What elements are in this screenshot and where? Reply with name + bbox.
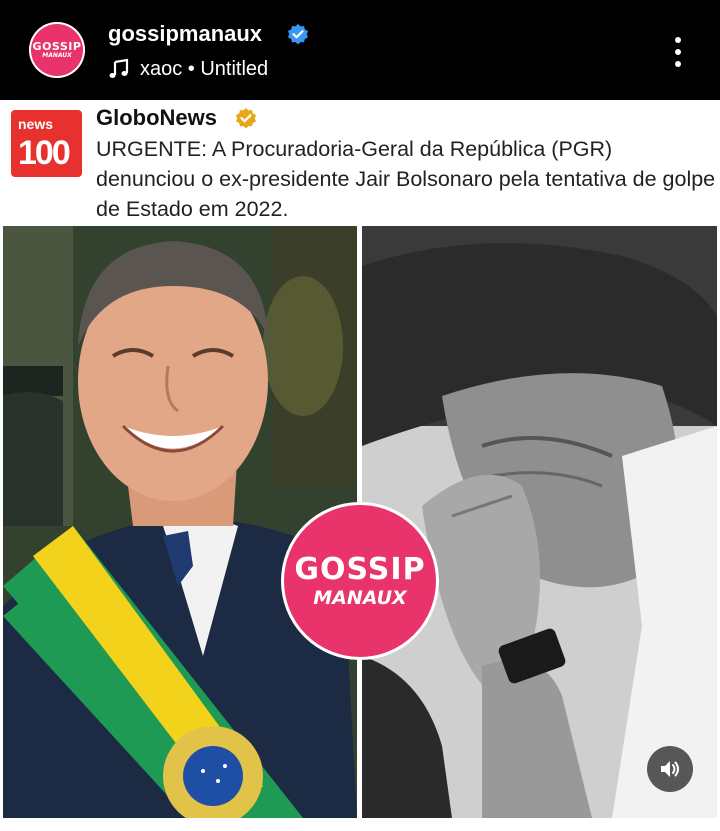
globonews-logo-number: 100 bbox=[18, 134, 71, 172]
smiling-man-illustration bbox=[3, 226, 357, 818]
grieving-man-illustration bbox=[362, 226, 717, 818]
post-image[interactable]: news 100 GloboNews URGENTE: A Procurador… bbox=[0, 100, 720, 831]
watermark-text-bottom: MANAUX bbox=[313, 587, 407, 609]
post-header: GOSSIP MANAUX gossipmanaux xaoc • Untitl… bbox=[0, 0, 720, 100]
audio-track-label[interactable]: xaoc • Untitled bbox=[140, 58, 268, 81]
username-link[interactable]: gossipmanaux bbox=[108, 21, 262, 47]
music-note-icon bbox=[109, 58, 129, 78]
profile-avatar[interactable]: GOSSIP MANAUX bbox=[29, 22, 85, 78]
verified-badge-icon bbox=[288, 24, 308, 45]
gold-verified-badge-icon bbox=[236, 108, 256, 129]
more-options-icon[interactable] bbox=[668, 36, 688, 68]
photo-smiling-man bbox=[3, 226, 357, 818]
tweet-account-name: GloboNews bbox=[96, 105, 218, 130]
photo-grieving-man bbox=[362, 226, 717, 818]
globonews-logo: news 100 bbox=[11, 110, 82, 177]
gossip-manaux-watermark: GOSSIP MANAUX bbox=[281, 502, 439, 660]
speaker-icon bbox=[661, 761, 679, 777]
tweet-text: URGENTE: A Procuradoria-Geral da Repúbli… bbox=[96, 137, 716, 221]
watermark-text-top: GOSSIP bbox=[294, 552, 426, 587]
sound-toggle-button[interactable] bbox=[647, 746, 693, 792]
globonews-logo-text: news bbox=[18, 116, 54, 132]
avatar-text-top: GOSSIP bbox=[32, 39, 82, 53]
avatar-text-bottom: MANAUX bbox=[42, 51, 72, 59]
